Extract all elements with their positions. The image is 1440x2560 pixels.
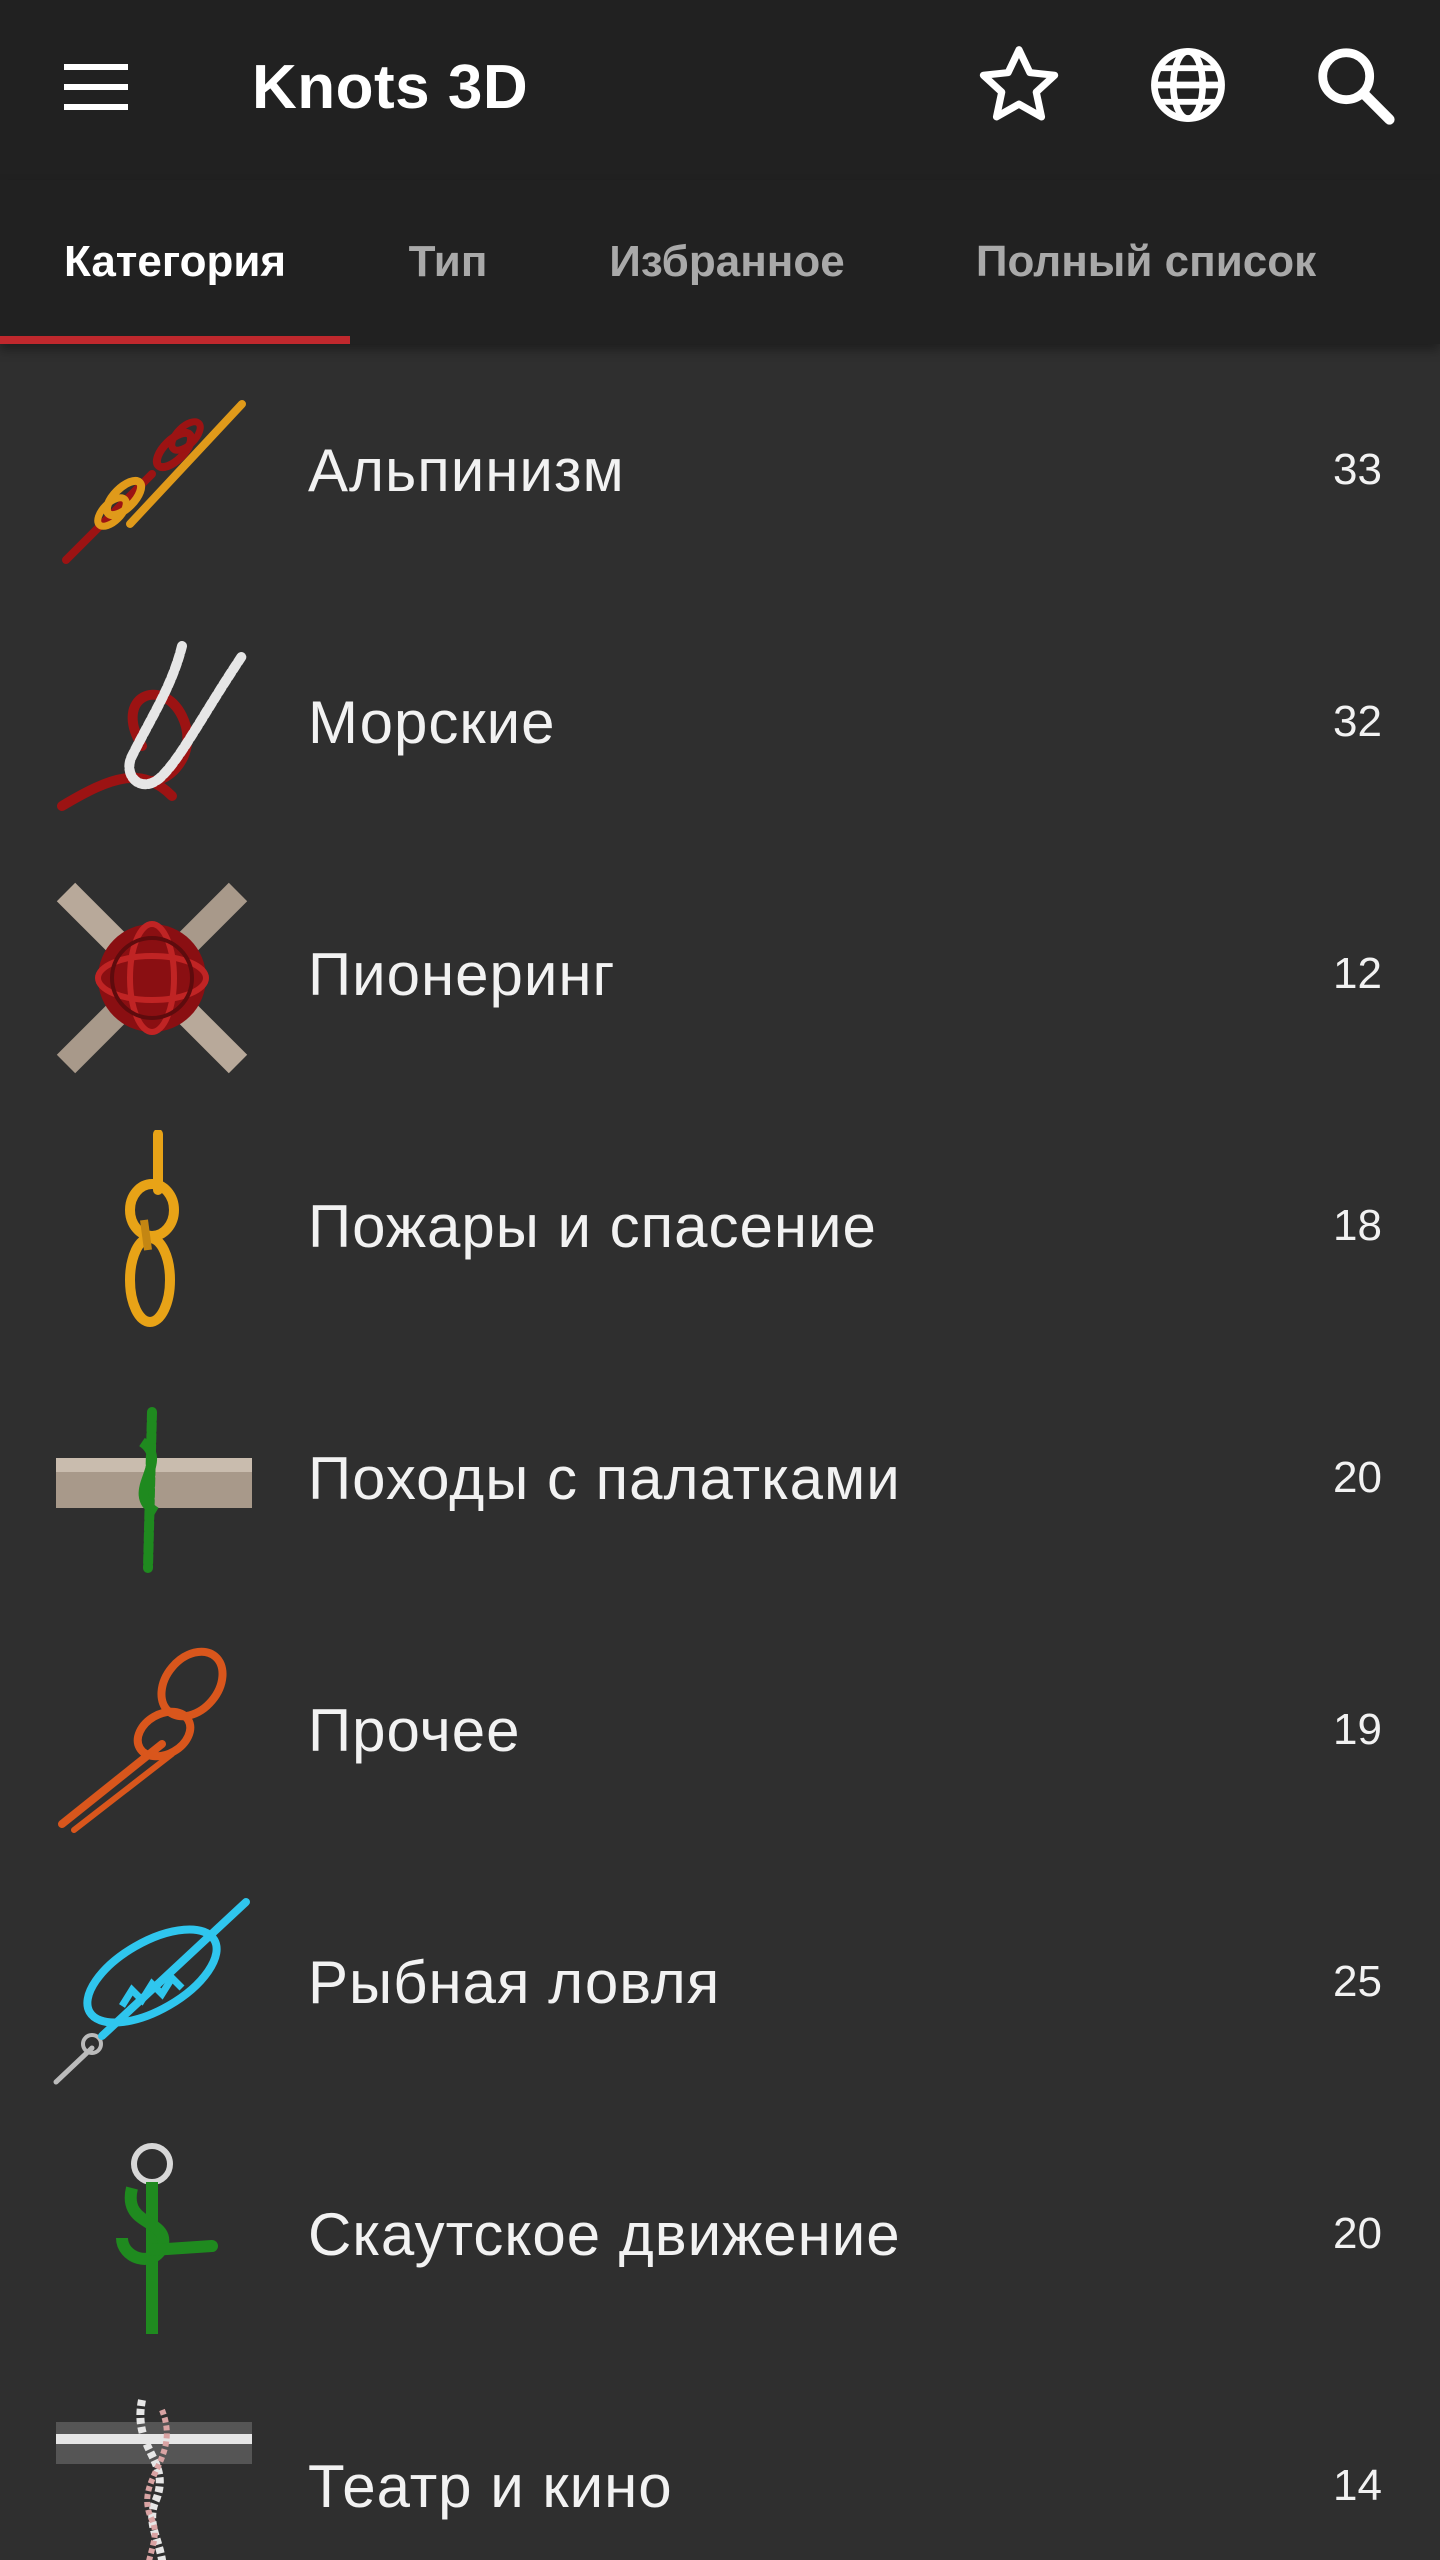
category-count: 25	[1333, 1957, 1382, 2006]
lashing-knot-icon	[52, 878, 252, 1078]
category-label: Пожары и спасение	[308, 1192, 877, 1260]
category-label: Походы с палатками	[308, 1444, 901, 1512]
rescue-knot-icon	[52, 1129, 252, 1330]
category-label: Скаутское движение	[308, 2200, 901, 2268]
globe-icon	[1151, 48, 1225, 122]
hamburger-menu-icon	[64, 64, 128, 110]
list-item[interactable]: Морские 32	[0, 596, 1440, 848]
list-item[interactable]: Театр и кино 14	[0, 2360, 1440, 2560]
fishing-knot-icon	[52, 1886, 252, 2086]
climbing-knot-icon	[52, 374, 252, 574]
category-label: Альпинизм	[308, 436, 625, 504]
search-button[interactable]	[1300, 30, 1410, 140]
category-count: 20	[1333, 1453, 1382, 1502]
category-list[interactable]: Альпинизм 33 Морские 32 Пионеринг 12 Пож…	[0, 344, 1440, 2560]
category-count: 32	[1333, 697, 1382, 746]
tab-favorites[interactable]: Избранное	[546, 180, 908, 344]
category-label: Морские	[308, 688, 556, 756]
boating-knot-icon	[52, 626, 252, 826]
list-item[interactable]: Рыбная ловля 25	[0, 1856, 1440, 2108]
category-label: Пионеринг	[308, 940, 616, 1008]
tab-type[interactable]: Тип	[350, 180, 546, 344]
list-item[interactable]: Прочее 19	[0, 1604, 1440, 1856]
tab-category[interactable]: Категория	[0, 180, 350, 344]
category-count: 18	[1333, 1201, 1382, 1250]
category-count: 20	[1333, 2209, 1382, 2258]
language-button[interactable]	[1133, 30, 1243, 140]
list-item[interactable]: Альпинизм 33	[0, 344, 1440, 596]
list-item[interactable]: Походы с палатками 20	[0, 1352, 1440, 1604]
category-count: 12	[1333, 949, 1382, 998]
category-label: Рыбная ловля	[308, 1948, 721, 2016]
category-label: Прочее	[308, 1696, 521, 1764]
tab-full-list[interactable]: Полный список	[908, 180, 1384, 344]
list-item[interactable]: Скаутское движение 20	[0, 2108, 1440, 2360]
app-bar: Knots 3D	[0, 0, 1440, 180]
category-count: 33	[1333, 445, 1382, 494]
theater-knot-icon	[52, 2390, 252, 2560]
list-item[interactable]: Пожары и спасение 18	[0, 1100, 1440, 1352]
active-tab-indicator	[0, 336, 350, 344]
favorites-button[interactable]	[964, 30, 1074, 140]
menu-button[interactable]	[32, 42, 162, 132]
star-outline-icon	[979, 46, 1059, 121]
search-icon	[1318, 48, 1395, 125]
list-item[interactable]: Пионеринг 12	[0, 848, 1440, 1100]
tab-bar: Категория Тип Избранное Полный список	[0, 180, 1440, 344]
scouting-knot-icon	[52, 2138, 252, 2338]
category-label: Театр и кино	[308, 2452, 673, 2520]
camping-knot-icon	[52, 1382, 252, 1582]
category-count: 14	[1333, 2461, 1382, 2510]
category-count: 19	[1333, 1705, 1382, 1754]
misc-knot-icon	[52, 1634, 252, 1834]
app-title: Knots 3D	[252, 53, 529, 122]
